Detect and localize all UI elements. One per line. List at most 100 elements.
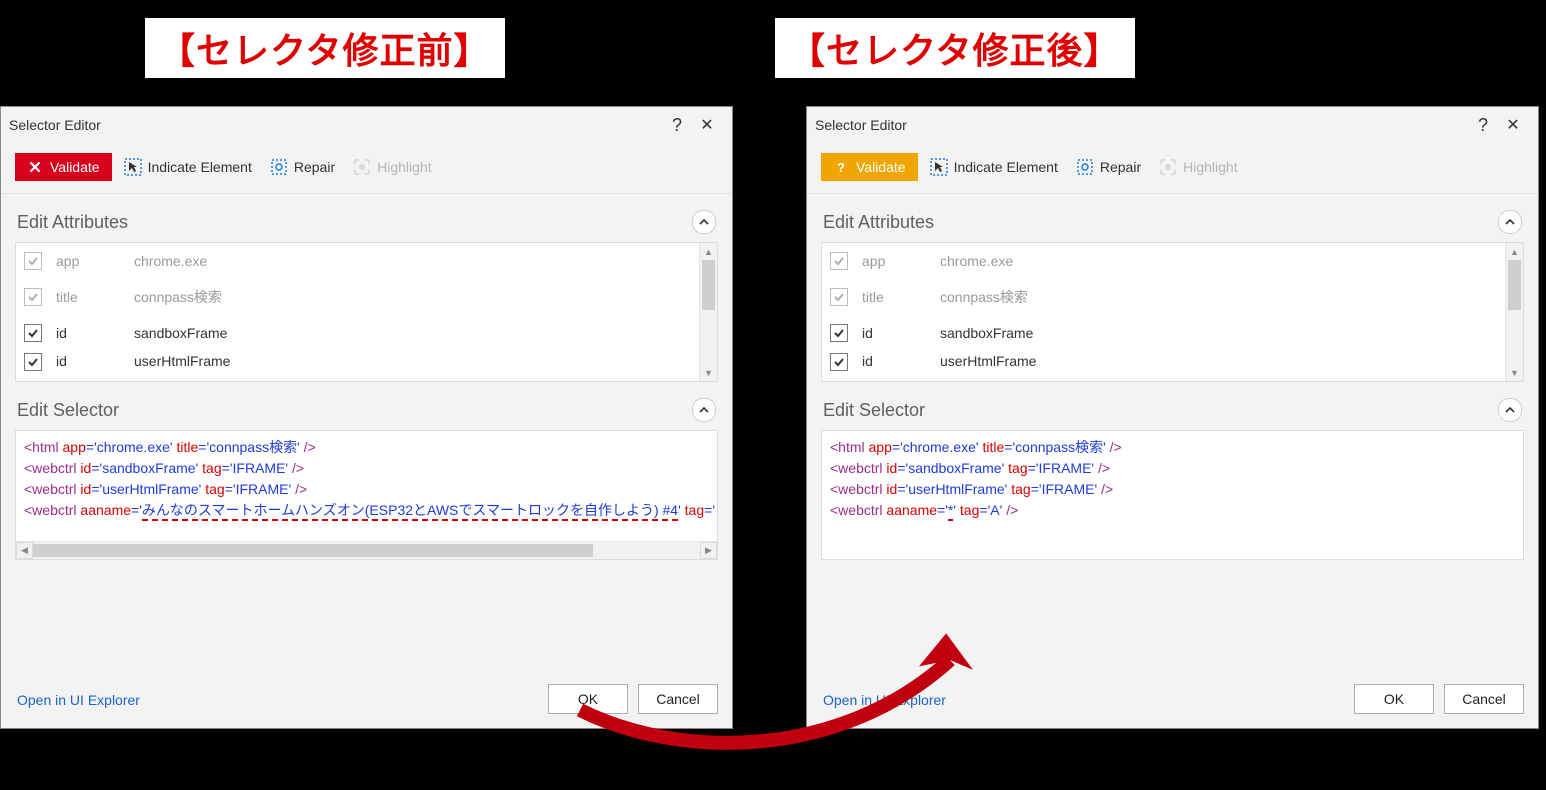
scroll-down-button[interactable]: ▼ [1506,364,1523,381]
selector-editor-before: Selector Editor ? ✕ Validate Indicate El… [0,106,733,729]
repair-icon [270,158,288,176]
scroll-down-button[interactable]: ▼ [700,364,717,381]
scroll-left-button[interactable]: ◀ [16,542,33,559]
attr-checkbox [830,252,848,270]
help-button[interactable]: ? [1468,115,1498,136]
collapse-selector-button[interactable] [1498,398,1522,422]
attr-name: id [56,353,134,369]
attr-row: appchrome.exe [822,243,1523,279]
attributes-list-after: appchrome.exetitleconnpass検索idsandboxFra… [821,242,1524,382]
header-after-label: 【セレクタ修正後】 [775,18,1135,78]
highlight-button: Highlight [347,153,437,181]
attr-row: idsandboxFrame [822,315,1523,351]
ok-button[interactable]: OK [1354,684,1434,714]
highlight-label: Highlight [377,159,431,175]
chevron-up-icon [1505,218,1515,226]
repair-icon [1076,158,1094,176]
selector-line: <webctrl id='sandboxFrame' tag='IFRAME' … [24,458,709,479]
help-button[interactable]: ? [662,115,692,136]
attr-name: id [56,325,134,341]
selector-line: <html app='chrome.exe' title='connpass検索… [24,437,709,458]
attr-checkbox[interactable] [24,353,42,371]
validate-label: Validate [856,159,906,175]
attr-name: app [56,253,134,269]
validate-unknown-icon: ? [833,159,849,175]
highlight-icon [353,158,371,176]
window-title: Selector Editor [9,117,662,133]
repair-button[interactable]: Repair [1070,153,1147,181]
chevron-up-icon [1505,406,1515,414]
collapse-attributes-button[interactable] [1498,210,1522,234]
window-title: Selector Editor [815,117,1468,133]
attr-name: id [862,353,940,369]
selector-line: <html app='chrome.exe' title='connpass検索… [830,437,1515,458]
collapse-selector-button[interactable] [692,398,716,422]
indicate-label: Indicate Element [954,159,1058,175]
v-scrollbar[interactable]: ▲▼ [699,243,717,381]
validate-label: Validate [50,159,100,175]
scroll-thumb[interactable] [33,544,593,557]
attr-row: idsandboxFrame [16,315,717,351]
attr-value: sandboxFrame [134,325,709,341]
attr-row: iduserHtmlFrame [822,351,1523,381]
attr-checkbox [830,288,848,306]
attr-row: appchrome.exe [16,243,717,279]
attr-checkbox[interactable] [830,324,848,342]
highlight-button: Highlight [1153,153,1243,181]
selector-line: <webctrl aaname='*' tag='A' /> [830,500,1515,521]
attr-row: titleconnpass検索 [822,279,1523,315]
selector-line: <webctrl id='sandboxFrame' tag='IFRAME' … [830,458,1515,479]
attr-value: chrome.exe [940,253,1515,269]
attr-row: iduserHtmlFrame [16,351,717,381]
edit-selector-heading: Edit Selector [823,400,1498,421]
attr-checkbox [24,252,42,270]
collapse-attributes-button[interactable] [692,210,716,234]
cancel-button[interactable]: Cancel [1444,684,1524,714]
attr-value: connpass検索 [134,287,709,307]
cancel-button[interactable]: Cancel [638,684,718,714]
selector-line: <webctrl id='userHtmlFrame' tag='IFRAME'… [24,479,709,500]
h-scrollbar[interactable]: ◀ ▶ [16,541,717,559]
scroll-thumb[interactable] [702,260,715,310]
attr-checkbox [24,288,42,306]
selector-textarea-after[interactable]: <html app='chrome.exe' title='connpass検索… [821,430,1524,560]
scroll-up-button[interactable]: ▲ [1506,243,1523,260]
validate-button[interactable]: ? Validate [821,153,918,181]
attr-row: titleconnpass検索 [16,279,717,315]
validate-button[interactable]: Validate [15,153,112,181]
selector-line: <webctrl aaname='みんなのスマートホームハンズオン(ESP32と… [24,500,709,521]
selector-line: <webctrl id='userHtmlFrame' tag='IFRAME'… [830,479,1515,500]
attr-value: userHtmlFrame [940,353,1515,369]
repair-button[interactable]: Repair [264,153,341,181]
attr-value: sandboxFrame [940,325,1515,341]
repair-label: Repair [294,159,335,175]
attr-name: id [862,325,940,341]
ok-button[interactable]: OK [548,684,628,714]
validate-error-icon [27,159,43,175]
attributes-list-before: appchrome.exetitleconnpass検索idsandboxFra… [15,242,718,382]
scroll-right-button[interactable]: ▶ [700,542,717,559]
attr-name: app [862,253,940,269]
close-button[interactable]: ✕ [692,115,722,135]
scroll-thumb[interactable] [1508,260,1521,310]
edit-selector-heading: Edit Selector [17,400,692,421]
edit-attributes-heading: Edit Attributes [823,212,1498,233]
open-ui-explorer-link[interactable]: Open in UI Explorer [17,692,140,708]
indicate-element-button[interactable]: Indicate Element [924,153,1064,181]
attr-name: title [862,289,940,305]
v-scrollbar[interactable]: ▲▼ [1505,243,1523,381]
chevron-up-icon [699,406,709,414]
open-ui-explorer-link[interactable]: Open in UI Explorer [823,692,946,708]
attr-checkbox[interactable] [830,353,848,371]
indicate-icon [930,158,948,176]
attr-value: chrome.exe [134,253,709,269]
scroll-up-button[interactable]: ▲ [700,243,717,260]
attr-name: title [56,289,134,305]
highlight-label: Highlight [1183,159,1237,175]
indicate-element-button[interactable]: Indicate Element [118,153,258,181]
edit-attributes-heading: Edit Attributes [17,212,692,233]
attr-checkbox[interactable] [24,324,42,342]
selector-textarea-before[interactable]: <html app='chrome.exe' title='connpass検索… [15,430,718,560]
close-button[interactable]: ✕ [1498,115,1528,135]
chevron-up-icon [699,218,709,226]
